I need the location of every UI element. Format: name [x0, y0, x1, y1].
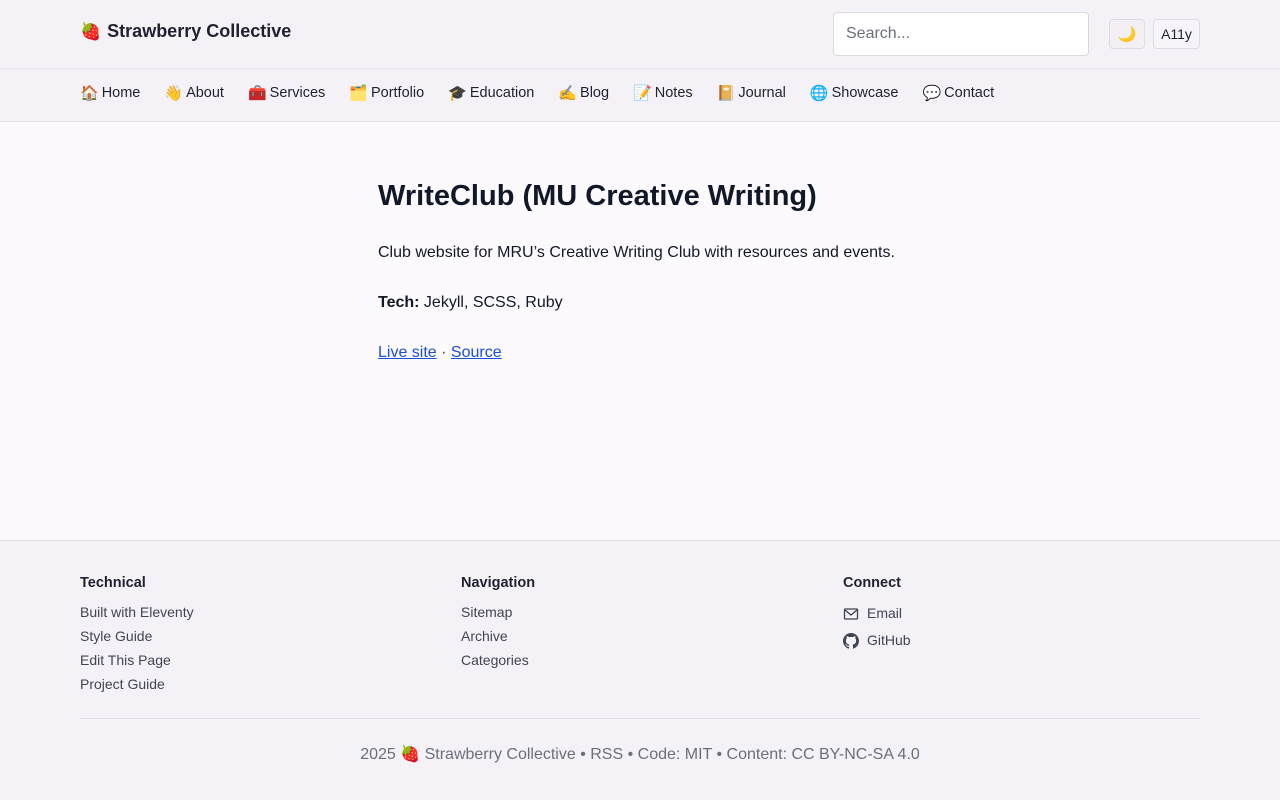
nav-label: Education	[469, 85, 535, 101]
theme-toggle-button[interactable]: 🌙	[1109, 19, 1145, 49]
footer-link-project-guide[interactable]: Project Guide	[80, 672, 194, 696]
nav-item-journal[interactable]: 📔 Journal	[717, 84, 786, 102]
footer-heading: Technical	[80, 575, 146, 591]
moon-icon: 🌙	[1117, 26, 1137, 43]
nav-label: Showcase	[831, 85, 899, 101]
nav-label: Portfolio	[370, 85, 425, 101]
writing-hand-icon: ✍️	[558, 85, 578, 102]
email-label: Email	[867, 605, 903, 621]
graduation-cap-icon: 🎓	[448, 85, 467, 102]
github-label: GitHub	[867, 632, 911, 648]
footer-link-email[interactable]: Email	[843, 600, 911, 627]
project-description: Club website for MRU’s Creative Writing …	[378, 244, 895, 261]
link-separator: ·	[436, 344, 451, 361]
top-header: 🍓 Strawberry Collective 🌙 A11y	[0, 0, 1280, 69]
footer-connect: Connect Email GitHub	[843, 575, 911, 654]
nav-item-education[interactable]: 🎓 Education	[448, 84, 534, 102]
search-input[interactable]	[833, 12, 1089, 56]
nav-label: Journal	[738, 85, 786, 101]
github-icon	[843, 632, 859, 649]
nav-label: Home	[101, 85, 141, 101]
source-link[interactable]: Source	[451, 344, 502, 361]
footer-link-categories[interactable]: Categories	[461, 648, 535, 672]
envelope-icon	[843, 607, 859, 620]
main-nav: 🏠 Home 👋 About 🧰 Services 🗂️ Portfolio 🎓 Educ…	[0, 69, 1280, 122]
nav-label: Blog	[580, 85, 610, 101]
nav-item-services[interactable]: 🧰 Services	[248, 84, 325, 102]
nav-label: Services	[269, 85, 326, 101]
footer-technical: Technical Built with Eleventy Style Guid…	[80, 575, 194, 696]
house-icon: 🏠	[80, 85, 99, 102]
footer-link-eleventy[interactable]: Built with Eleventy	[80, 600, 194, 624]
brand-link[interactable]: 🍓 Strawberry Collective	[80, 21, 291, 42]
strawberry-icon: 🍓	[80, 21, 102, 41]
site-footer: Technical Built with Eleventy Style Guid…	[0, 540, 1280, 800]
nav-item-blog[interactable]: ✍️ Blog	[558, 84, 609, 102]
footer-divider	[80, 718, 1200, 719]
live-site-link[interactable]: Live site	[378, 344, 437, 361]
memo-icon: 📝	[633, 85, 652, 102]
footer-link-sitemap[interactable]: Sitemap	[461, 600, 535, 624]
brand-name: Strawberry Collective	[107, 21, 292, 41]
main-content: WriteClub (MU Creative Writing) Club web…	[378, 178, 938, 364]
tech-stack: Tech: Jekyll, SCSS, Ruby	[378, 292, 938, 314]
nav-item-home[interactable]: 🏠 Home	[80, 84, 140, 102]
waving-hand-icon: 👋	[164, 85, 184, 102]
notebook-icon: 📔	[716, 85, 736, 102]
footer-heading: Navigation	[461, 575, 536, 591]
globe-icon: 🌐	[809, 85, 829, 102]
project-links: Live site · Source	[378, 342, 938, 364]
nav-item-about[interactable]: 👋 About	[164, 84, 224, 102]
footer-link-style-guide[interactable]: Style Guide	[80, 624, 194, 648]
tech-label: Tech:	[378, 294, 420, 311]
page-title: WriteClub (MU Creative Writing)	[378, 180, 817, 212]
footer-link-edit-page[interactable]: Edit This Page	[80, 648, 194, 672]
accessibility-button[interactable]: A11y	[1153, 19, 1200, 49]
nav-label: About	[186, 85, 224, 101]
copyright-text: 2025 🍓 Strawberry Collective • RSS • Cod…	[360, 746, 920, 763]
tech-value: Jekyll, SCSS, Ruby	[419, 294, 563, 311]
nav-label: Notes	[654, 85, 693, 101]
nav-item-notes[interactable]: 📝 Notes	[633, 84, 693, 102]
nav-item-showcase[interactable]: 🌐 Showcase	[810, 84, 899, 102]
toolbox-icon: 🧰	[247, 85, 267, 102]
speech-bubble-icon: 💬	[922, 85, 942, 102]
nav-label: Contact	[944, 85, 995, 101]
footer-navigation: Navigation Sitemap Archive Categories	[461, 575, 535, 672]
nav-item-portfolio[interactable]: 🗂️ Portfolio	[349, 84, 424, 102]
footer-link-archive[interactable]: Archive	[461, 624, 535, 648]
folder-icon: 🗂️	[349, 85, 368, 102]
nav-item-contact[interactable]: 💬 Contact	[922, 84, 994, 102]
footer-link-github[interactable]: GitHub	[843, 627, 911, 654]
footer-heading: Connect	[843, 575, 901, 591]
